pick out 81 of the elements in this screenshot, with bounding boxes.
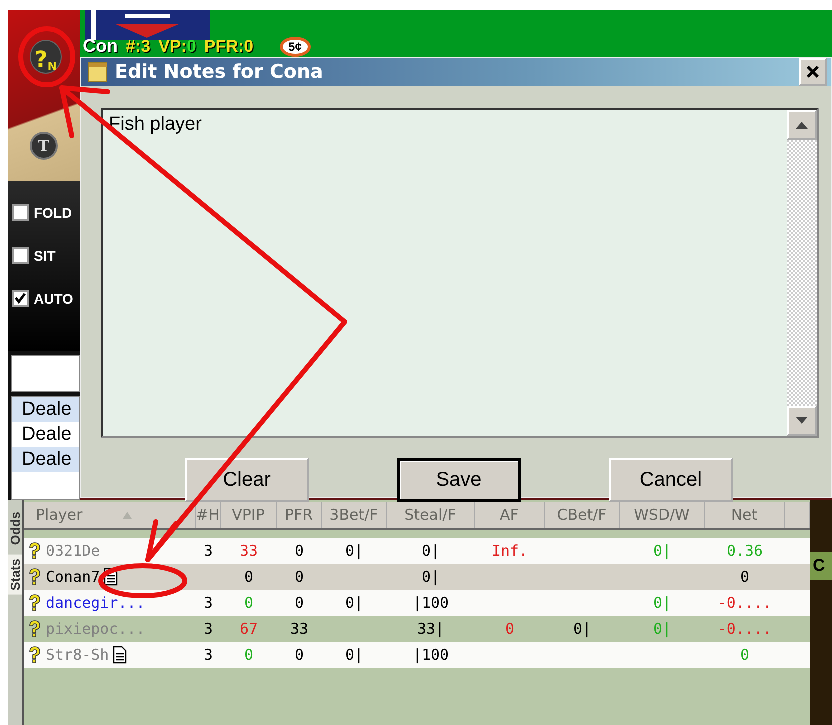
table-cell: 0 bbox=[294, 542, 304, 560]
table-cell: 0 bbox=[244, 646, 254, 664]
table-cell: 0 bbox=[244, 594, 254, 612]
table-cell: |100 bbox=[412, 646, 450, 664]
table-cell: 0| bbox=[422, 568, 440, 586]
table-cell: 0 bbox=[294, 594, 304, 612]
player-name: pixiepoc... bbox=[46, 620, 146, 638]
table-row[interactable]: Str8-Sh 3 0 0 0| |100 0 bbox=[24, 642, 810, 668]
table-cell: 3 bbox=[204, 646, 214, 664]
table-cell: 0| bbox=[345, 646, 364, 664]
chat-message: Deale bbox=[12, 447, 79, 472]
table-cell: 0| bbox=[653, 594, 672, 612]
player-type-icon bbox=[28, 646, 42, 664]
table-row[interactable]: pixiepoc... 3 67 33 33| 0 0| 0| -0.... bbox=[24, 616, 810, 642]
down-arrow-icon bbox=[796, 417, 808, 425]
player-type-icon bbox=[28, 568, 42, 586]
table-cell: 3 bbox=[204, 594, 214, 612]
table-cell: 67 bbox=[240, 620, 258, 638]
table-cell: 0 bbox=[294, 568, 304, 586]
player-name: Str8-Sh bbox=[46, 646, 110, 664]
dialog-button[interactable]: Save bbox=[397, 458, 521, 502]
close-icon bbox=[806, 65, 820, 79]
table-cell: 0 bbox=[244, 568, 254, 586]
checkbox[interactable] bbox=[12, 247, 29, 264]
scrollbar[interactable] bbox=[787, 110, 817, 436]
table-cell: 0 bbox=[294, 646, 304, 664]
player-name: Con bbox=[83, 36, 118, 57]
table-cell: 0| bbox=[345, 542, 364, 560]
close-button[interactable] bbox=[799, 58, 827, 86]
checkbox-label: AUTO bbox=[34, 290, 74, 307]
table-row[interactable]: dancegir... 3 0 0 0| |100 0| -0.... bbox=[24, 590, 810, 616]
checkbox[interactable] bbox=[12, 290, 29, 308]
logo-icon bbox=[85, 10, 210, 40]
table-cell: 0| bbox=[653, 542, 672, 560]
chat-message: Deale bbox=[21, 423, 73, 448]
side-tab[interactable]: Stats bbox=[8, 555, 22, 596]
player-note-badge[interactable]: ?$_{N}$ bbox=[30, 40, 62, 74]
scroll-down-button[interactable] bbox=[787, 406, 817, 436]
panel-label: C bbox=[810, 552, 832, 580]
table-cell: 0 bbox=[740, 646, 750, 664]
table-cell: Inf. bbox=[492, 542, 528, 560]
hud-stat: VP:0 bbox=[158, 36, 196, 56]
player-type-icon bbox=[28, 620, 42, 638]
table-cell: 0 bbox=[505, 620, 515, 638]
player-type-icon bbox=[28, 594, 42, 612]
table-cell: 0| bbox=[345, 594, 364, 612]
dialog-button[interactable]: Cancel bbox=[609, 458, 733, 502]
notepad-icon bbox=[87, 61, 109, 83]
table-cell: 33 bbox=[240, 542, 258, 560]
checkbox[interactable] bbox=[12, 204, 29, 222]
table-cell: 33 bbox=[290, 620, 309, 638]
checkbox-label: SIT bbox=[34, 248, 56, 264]
table-cell: -0.... bbox=[718, 620, 772, 638]
table-cell: 0| bbox=[653, 620, 672, 638]
player-name: dancegir... bbox=[46, 594, 146, 612]
hud-stat: #:3 bbox=[126, 36, 151, 56]
table-cell: 0 bbox=[740, 568, 750, 586]
player-name: Conan7 bbox=[46, 568, 100, 586]
chat-input-field[interactable] bbox=[11, 355, 80, 392]
table-cell: 3 bbox=[204, 620, 214, 638]
table-cell: 33| bbox=[417, 620, 445, 638]
chat-message: Deale bbox=[12, 397, 79, 422]
table-row[interactable]: 0321De 3 33 0 0| 0| Inf. 0| 0.36 bbox=[24, 538, 810, 564]
table-cell: |100 bbox=[412, 594, 450, 612]
note-icon[interactable] bbox=[113, 646, 128, 664]
player-name: 0321De bbox=[46, 542, 100, 560]
column-header[interactable]: 3Bet/F bbox=[322, 502, 387, 528]
player-type-icon bbox=[28, 542, 42, 560]
table-row[interactable]: Conan7 0 0 0| 0 bbox=[24, 564, 810, 590]
table-cell: 0| bbox=[573, 620, 592, 638]
table-cell: 0.36 bbox=[726, 542, 764, 560]
table-cell: -0.... bbox=[718, 594, 772, 612]
hud-stat: PFR:0 bbox=[204, 36, 254, 56]
table-cell: 3 bbox=[204, 542, 214, 560]
checkbox-label: FOLD bbox=[34, 204, 72, 221]
dialog-button[interactable]: Clear bbox=[185, 458, 309, 502]
up-arrow-icon bbox=[796, 121, 808, 129]
table-cell: 0| bbox=[422, 542, 440, 560]
scroll-up-button[interactable] bbox=[787, 110, 817, 140]
dialog-title: Edit Notes for Cona bbox=[115, 61, 324, 83]
annotation-circle bbox=[18, 26, 76, 88]
